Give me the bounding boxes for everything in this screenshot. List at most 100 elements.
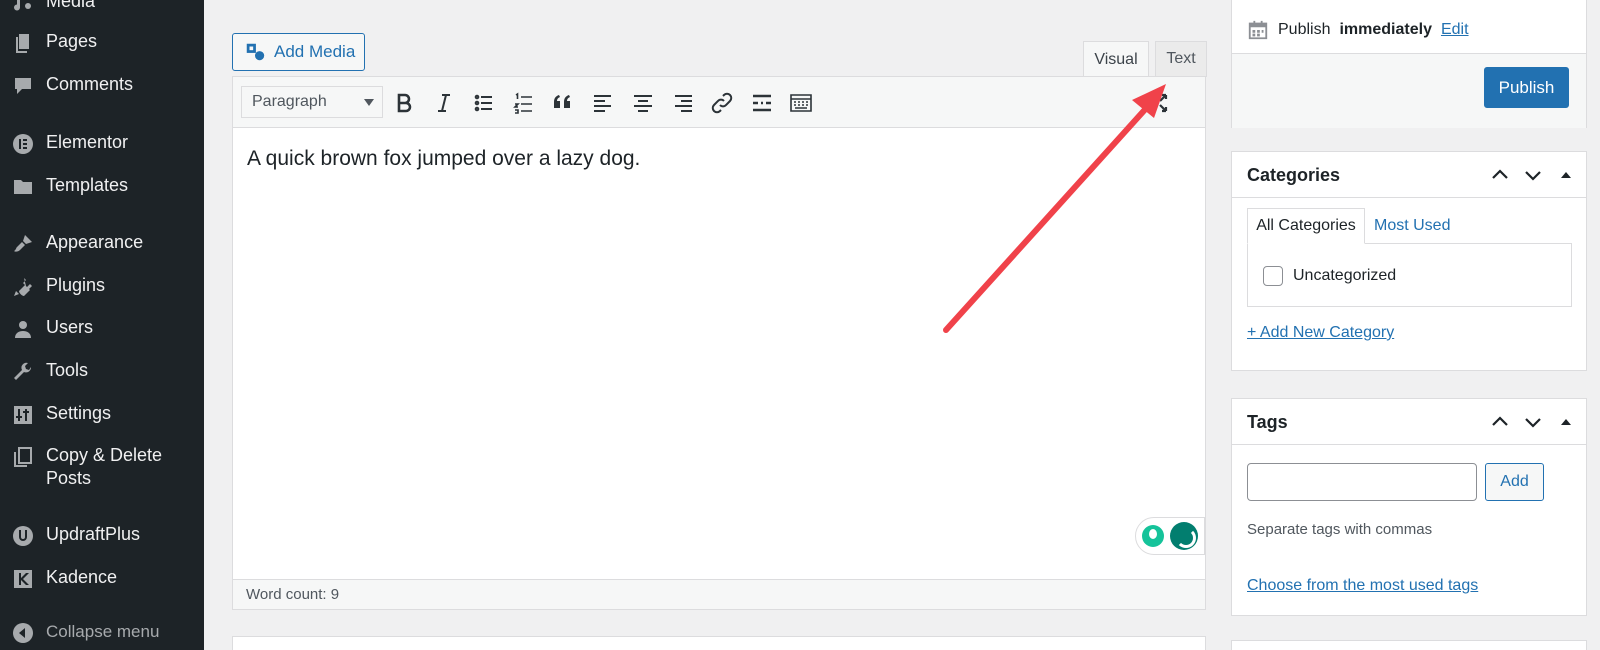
move-up-button[interactable] [1490, 165, 1510, 185]
bullet-list-button[interactable] [470, 89, 498, 117]
tab-text[interactable]: Text [1155, 41, 1207, 77]
add-media-button[interactable]: Add Media [232, 33, 365, 71]
numbered-list-button[interactable] [510, 89, 538, 117]
collapse-menu-button[interactable]: Collapse menu [0, 620, 204, 645]
pages-icon [0, 30, 46, 55]
add-media-icon [246, 43, 265, 61]
sidebar-item-copy-delete-posts[interactable]: Copy & Delete Posts [0, 444, 204, 490]
move-up-button[interactable] [1490, 412, 1510, 432]
categories-header: Categories [1232, 152, 1586, 198]
sidebar-item-label: Plugins [46, 275, 106, 295]
chevron-down-icon [1525, 171, 1541, 181]
collapse-icon [0, 620, 46, 645]
toggle-panel-button[interactable] [1556, 412, 1576, 432]
tab-most-used[interactable]: Most Used [1374, 208, 1450, 244]
add-tag-button[interactable]: Add [1485, 463, 1544, 501]
editor-content[interactable]: A quick brown fox jumped over a lazy dog… [247, 147, 640, 171]
align-left-button[interactable] [589, 89, 617, 117]
read-more-icon [753, 94, 771, 112]
sidebar-item-elementor[interactable]: Elementor [0, 131, 204, 156]
read-more-button[interactable] [748, 89, 776, 117]
kadence-icon [0, 566, 46, 591]
sidebar-item-label: Collapse menu [46, 622, 160, 641]
grammarly-widget[interactable] [1135, 517, 1205, 555]
toggle-panel-button[interactable] [1556, 165, 1576, 185]
publish-actions: Publish [1232, 53, 1586, 128]
user-icon [0, 316, 46, 341]
chevron-down-icon [1525, 418, 1541, 428]
sidebar-item-comments[interactable]: Comments [0, 73, 204, 98]
numbered-list-icon [513, 92, 532, 114]
fullscreen-button[interactable] [1144, 89, 1172, 117]
plugin-icon [0, 274, 46, 299]
tab-visual[interactable]: Visual [1083, 41, 1149, 77]
bullet-list-icon [474, 94, 492, 112]
media-icon [0, 0, 46, 15]
add-new-category-link[interactable]: + Add New Category [1247, 324, 1394, 342]
sidebar-item-tools[interactable]: Tools [0, 359, 204, 384]
sidebar-item-kadence[interactable]: Kadence [0, 566, 204, 591]
italic-button[interactable] [430, 89, 458, 117]
comments-icon [0, 73, 46, 98]
add-media-label: Add Media [274, 42, 356, 61]
paintbrush-icon [0, 231, 46, 256]
admin-sidebar: Media Pages Comments Elementor Templates… [0, 0, 204, 650]
updraft-icon [0, 523, 46, 548]
category-item[interactable]: Uncategorized [1263, 266, 1396, 286]
tab-all-categories[interactable]: All Categories [1247, 208, 1365, 244]
category-checkbox[interactable] [1263, 266, 1283, 286]
toolbar-toggle-button[interactable] [787, 89, 815, 117]
sidebar-item-label: Media [46, 0, 96, 11]
bold-button[interactable] [390, 89, 418, 117]
sidebar-item-appearance[interactable]: Appearance [0, 231, 204, 256]
sidebar-item-settings[interactable]: Settings [0, 402, 204, 427]
sidebar-item-plugins[interactable]: Plugins [0, 274, 204, 299]
link-icon [711, 92, 733, 114]
publish-panel: Publish immediately Edit Publish [1231, 0, 1587, 128]
blockquote-button[interactable] [549, 89, 577, 117]
italic-icon [438, 94, 450, 112]
category-label: Uncategorized [1293, 267, 1397, 284]
align-left-icon [594, 95, 611, 112]
tags-panel: Tags Add Separate tags with commas Choos… [1231, 398, 1587, 616]
tag-input[interactable] [1247, 463, 1477, 501]
move-down-button[interactable] [1523, 165, 1543, 185]
sidebar-item-templates[interactable]: Templates [0, 174, 204, 199]
settings-sliders-icon [0, 402, 46, 427]
elementor-icon [0, 131, 46, 156]
insert-link-button[interactable] [708, 89, 736, 117]
chevron-up-icon [1492, 169, 1508, 179]
sidebar-item-label: Tools [46, 360, 89, 380]
lightbulb-icon [1142, 525, 1164, 547]
sidebar-item-pages[interactable]: Pages [0, 30, 204, 55]
align-right-button[interactable] [669, 89, 697, 117]
sidebar-item-users[interactable]: Users [0, 316, 204, 341]
sidebar-item-label: UpdraftPlus [46, 524, 141, 544]
sidebar-item-label: Kadence [46, 567, 118, 587]
category-list: Uncategorized [1247, 243, 1572, 307]
next-metabox [232, 636, 1206, 650]
sidebar-item-updraftplus[interactable]: UpdraftPlus [0, 523, 204, 548]
sidebar-item-label: Copy & Delete Posts [46, 445, 163, 488]
align-right-icon [675, 95, 692, 112]
choose-most-used-tags-link[interactable]: Choose from the most used tags [1247, 577, 1478, 595]
sidebar-item-label: Appearance [46, 232, 144, 252]
wrench-icon [0, 359, 46, 384]
format-select-value: Paragraph [252, 93, 327, 110]
sidebar-item-label: Users [46, 317, 94, 337]
sidebar-item-label: Templates [46, 175, 129, 195]
publish-button[interactable]: Publish [1484, 67, 1569, 108]
category-tabs: All Categories Most Used [1247, 208, 1572, 244]
move-down-button[interactable] [1523, 412, 1543, 432]
publish-schedule: Publish immediately Edit [1247, 19, 1469, 41]
edit-publish-date-link[interactable]: Edit [1441, 21, 1469, 39]
tag-hint: Separate tags with commas [1247, 521, 1433, 538]
caret-down-icon [364, 99, 374, 106]
calendar-icon [1248, 20, 1268, 40]
fullscreen-icon [1148, 93, 1168, 113]
bold-icon [397, 93, 412, 113]
align-center-button[interactable] [629, 89, 657, 117]
sidebar-item-media[interactable]: Media [0, 0, 204, 15]
format-select[interactable]: Paragraph [241, 86, 383, 118]
sidebar-item-label: Comments [46, 74, 134, 94]
